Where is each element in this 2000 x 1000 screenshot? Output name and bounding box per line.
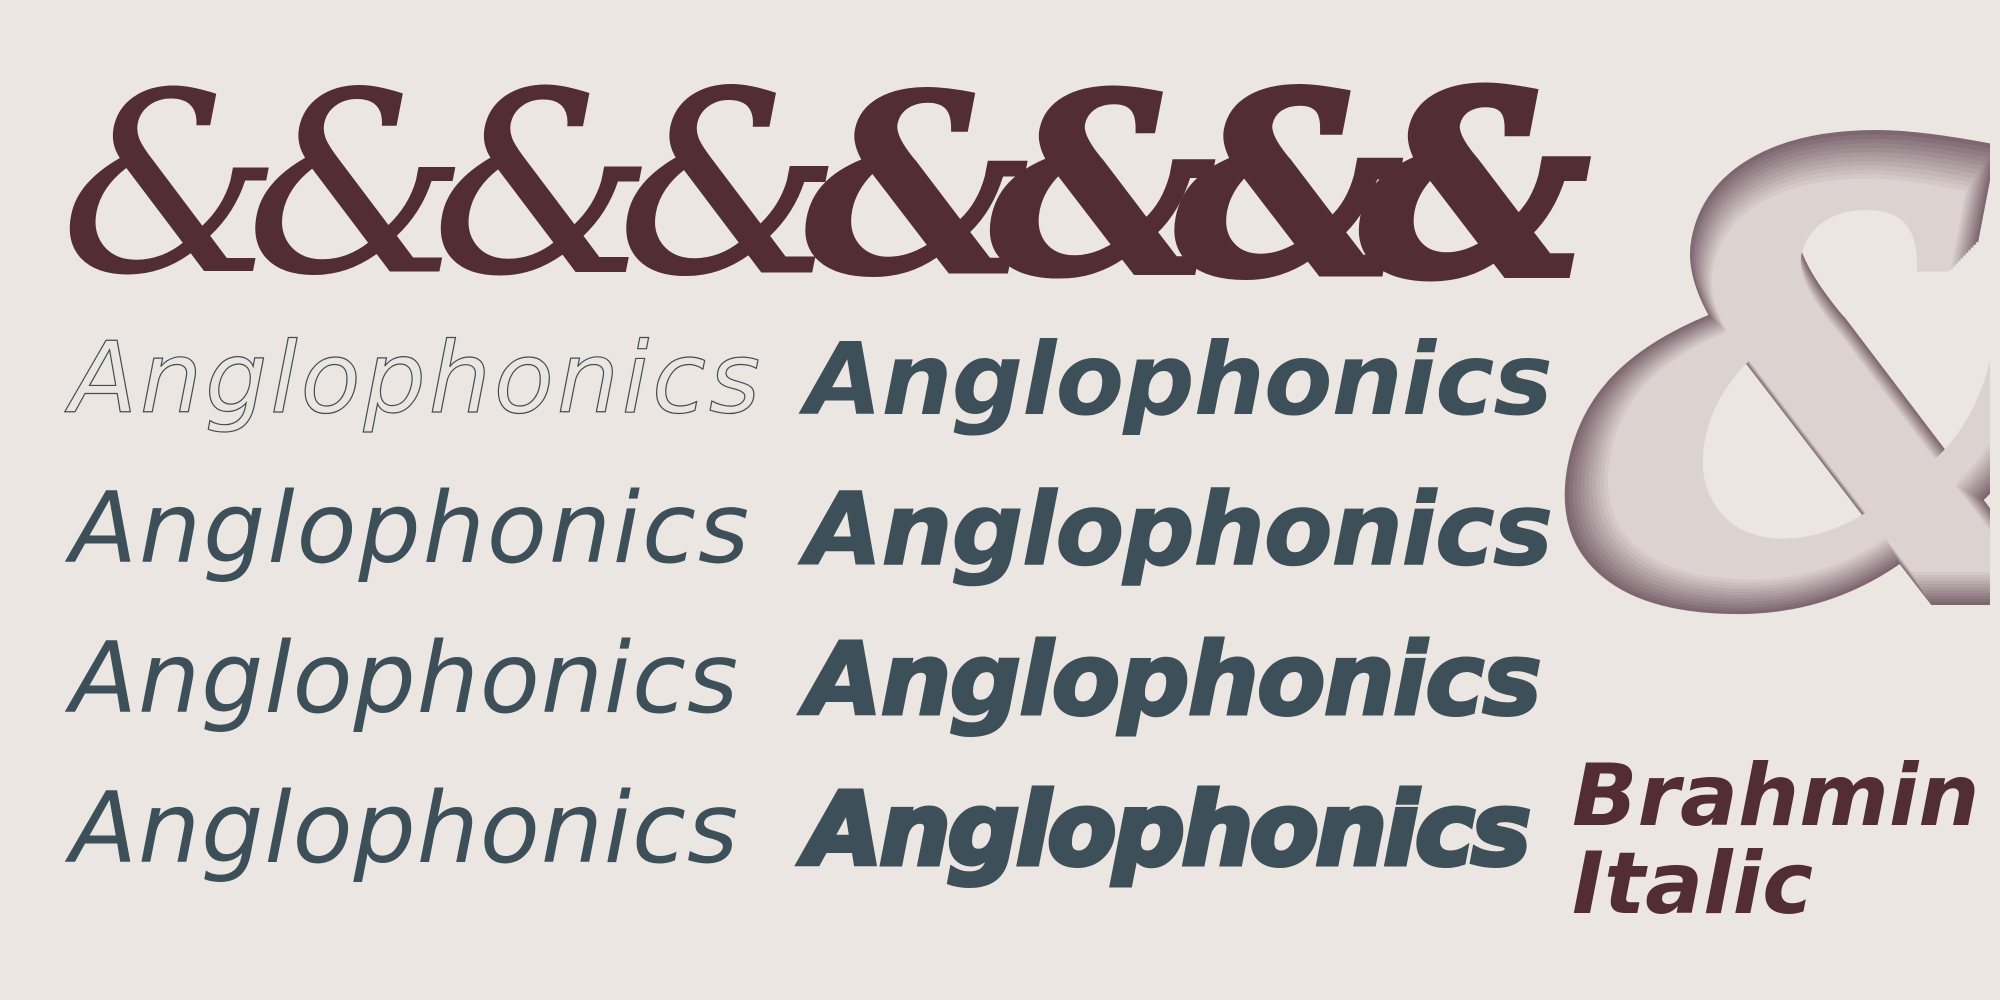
specimen-bold-row-4: Anglophonics xyxy=(803,771,1534,888)
specimen-light-row-2: Anglophonics xyxy=(70,472,752,586)
specimen-light-row-4: Anglophonics xyxy=(70,772,740,886)
font-name-label: Brahmin Italic xyxy=(1572,752,1980,928)
font-name-line-1: Brahmin xyxy=(1572,746,1980,846)
ampersand-layer: & xyxy=(1604,74,1990,660)
specimen-light-row-3: Anglophonics xyxy=(70,622,740,736)
layered-ampersand-graphic: &&&&&&&&&&&& xyxy=(1560,60,1990,660)
specimen-light-row-1: Anglophonics xyxy=(69,322,764,436)
specimen-bold-row-3: Anglophonics xyxy=(804,621,1544,738)
font-name-line-2: Italic xyxy=(1572,834,1814,934)
ampersand-weight-row: & & & & & & & & xyxy=(60,55,1593,315)
ampersand-layers: &&&&&&&&&&&& xyxy=(1560,60,1990,660)
specimen-bold-row-1: Anglophonics xyxy=(805,321,1553,438)
specimen-bold-row-2: Anglophonics xyxy=(804,471,1553,588)
